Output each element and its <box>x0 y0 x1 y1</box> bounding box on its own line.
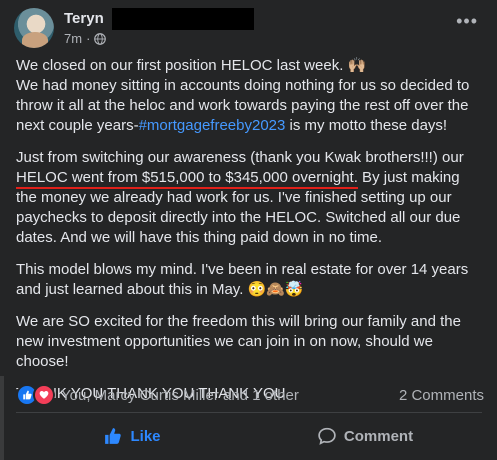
divider <box>16 412 482 413</box>
paragraph-2: Just from switching our awareness (thank… <box>16 148 484 248</box>
reactions-summary[interactable]: You, Marcy Curtis Miller and 1 other <box>61 387 299 404</box>
reactions-bar: You, Marcy Curtis Miller and 1 other 2 C… <box>16 384 484 406</box>
post-meta: 7m · <box>64 31 107 46</box>
paragraph-2-start: Just from switching our awareness (thank… <box>16 149 464 166</box>
post-time[interactable]: 7m <box>64 31 82 46</box>
more-options-icon[interactable]: ••• <box>456 12 478 30</box>
paragraph-1: We closed on our first position HELOC la… <box>16 56 484 136</box>
hashtag-link[interactable]: #mortgagefreeby2023 <box>139 117 286 134</box>
paragraph-4: We are SO excited for the freedom this w… <box>16 313 461 370</box>
reaction-icons[interactable] <box>16 384 55 406</box>
post-body: We closed on our first position HELOC la… <box>16 56 484 416</box>
underlined-heloc-text: HELOC went from $515,000 to $345,000 ove… <box>16 169 358 189</box>
comments-count[interactable]: 2 Comments <box>399 387 484 404</box>
thumbs-up-icon <box>105 428 122 444</box>
heart-icon <box>33 384 55 406</box>
redacted-name-block <box>112 8 254 30</box>
action-bar: Like Comment <box>16 414 482 458</box>
like-button[interactable]: Like <box>16 414 249 458</box>
author-avatar[interactable] <box>14 8 54 48</box>
paragraph-1-line-1: We closed on our first position HELOC la… <box>16 57 367 74</box>
author-name[interactable]: Teryn <box>64 10 104 27</box>
like-label: Like <box>130 427 161 445</box>
left-edge-bar <box>0 376 4 460</box>
meta-separator: · <box>86 31 91 46</box>
comment-bubble-icon <box>318 427 336 445</box>
comment-button[interactable]: Comment <box>249 414 482 458</box>
comment-label: Comment <box>343 427 414 445</box>
globe-icon[interactable] <box>94 32 107 45</box>
paragraph-3: This model blows my mind. I've been in r… <box>16 261 469 298</box>
post-card: Teryn 7m · ••• We closed on our first po… <box>0 0 497 460</box>
paragraph-1-end: is my motto these days! <box>285 117 448 134</box>
post-header: Teryn 7m · ••• <box>14 8 484 48</box>
